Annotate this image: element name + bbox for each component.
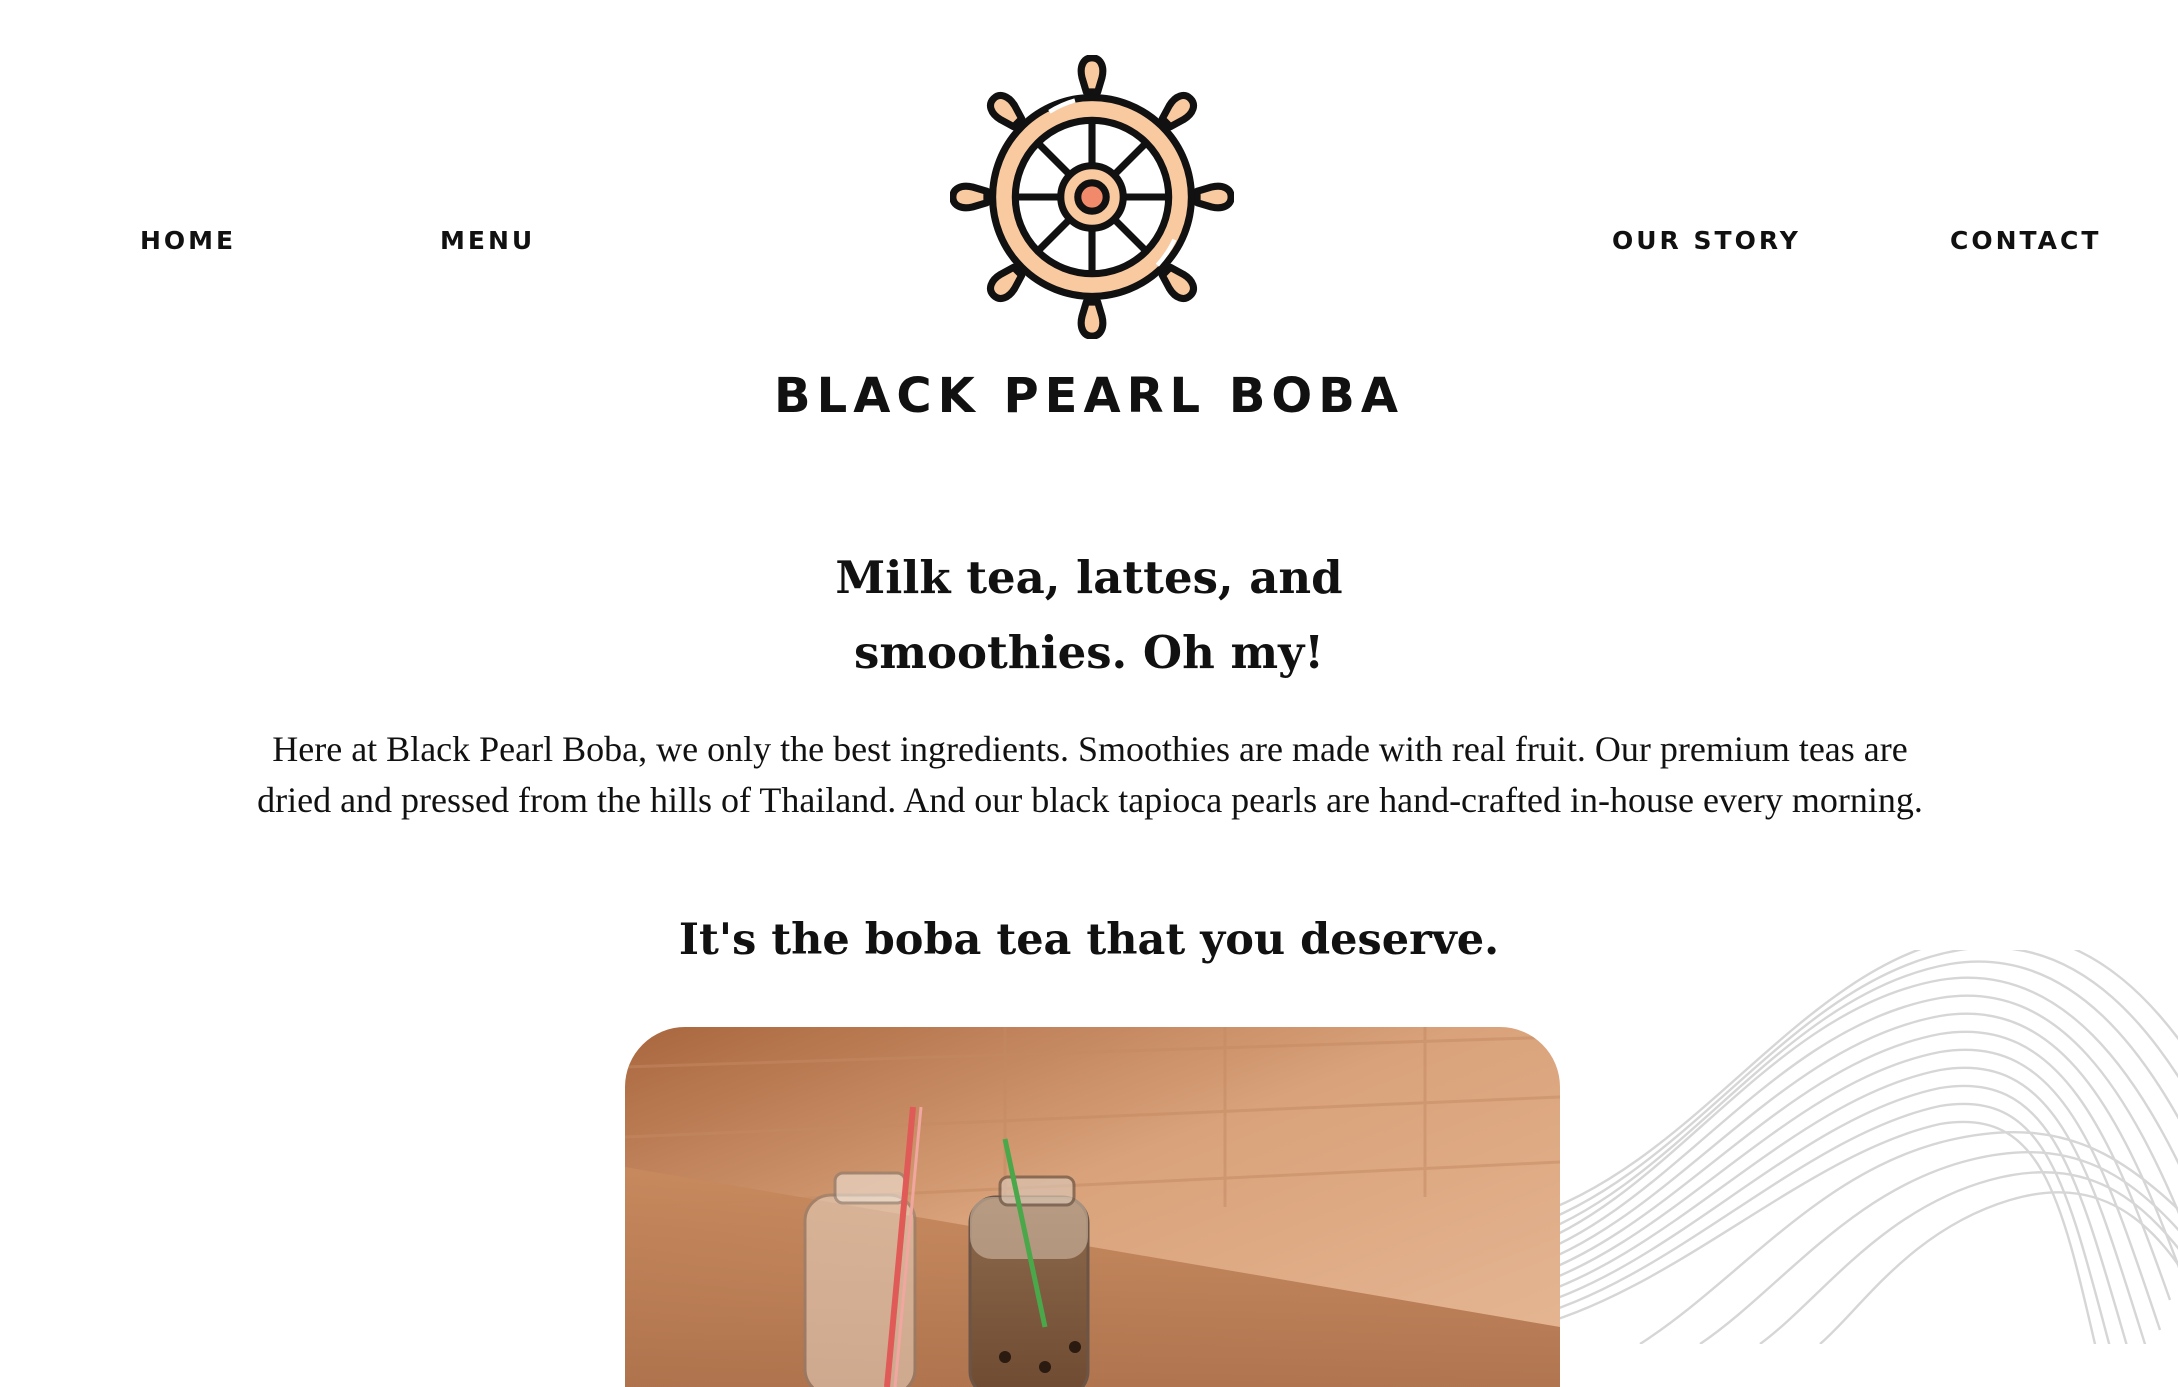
hero-photo: [625, 1027, 1560, 1387]
nav-menu-link[interactable]: MENU: [440, 226, 535, 255]
brand-name: BLACK PEARL BOBA: [774, 368, 1404, 424]
hero-headline-line1: Milk tea, lattes, and: [835, 551, 1343, 604]
wave-lines-decoration: [1520, 950, 2178, 1344]
hero-headline: Milk tea, lattes, and smoothies. Oh my!: [0, 540, 2178, 690]
nav-contact-link[interactable]: CONTACT: [1950, 226, 2101, 255]
hero-intro-paragraph: Here at Black Pearl Boba, we only the be…: [257, 729, 1923, 820]
ship-wheel-icon[interactable]: [950, 55, 1234, 339]
hero-headline-line2: smoothies. Oh my!: [854, 626, 1324, 679]
nav-home-link[interactable]: HOME: [140, 226, 236, 255]
nav-our-story-link[interactable]: OUR STORY: [1612, 226, 1801, 255]
